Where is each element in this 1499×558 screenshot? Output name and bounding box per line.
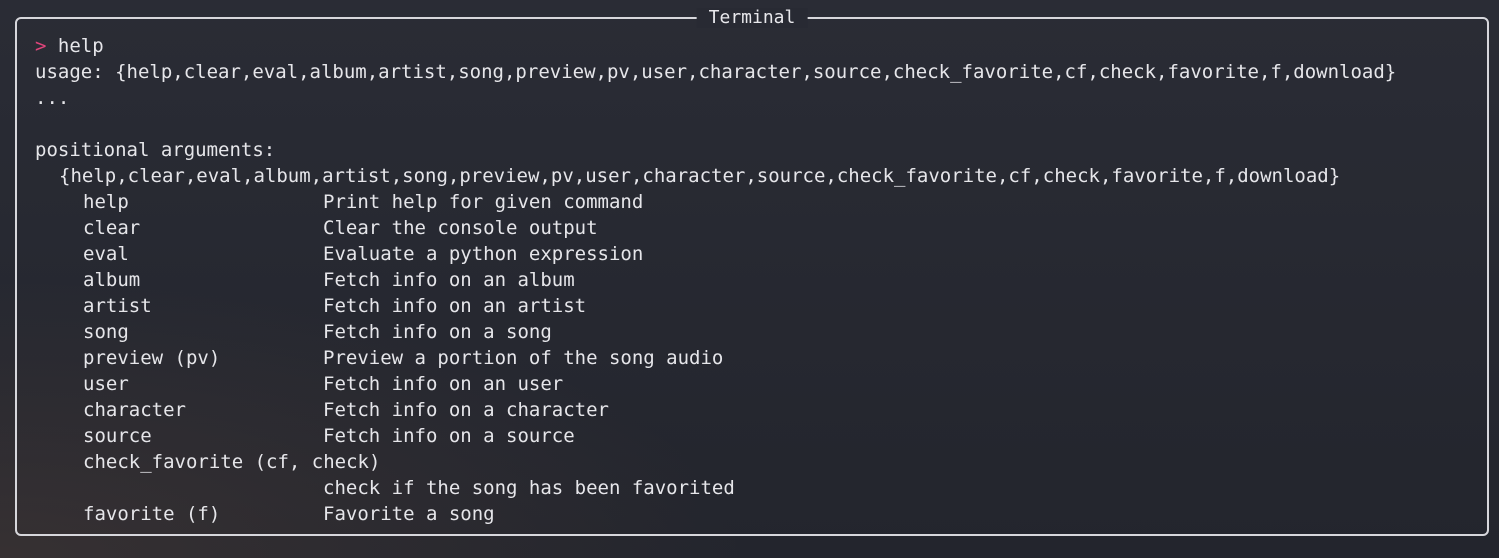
- command-name: preview (pv): [83, 347, 221, 369]
- terminal-window[interactable]: Terminal > help usage: {help,clear,eval,…: [15, 8, 1489, 536]
- command-desc: Fetch info on an album: [323, 269, 575, 291]
- command-name: song: [83, 321, 129, 343]
- command-desc: Fetch info on a character: [323, 399, 609, 421]
- command-desc: Evaluate a python expression: [323, 243, 644, 265]
- ellipsis-line: ...: [35, 87, 70, 109]
- command-name: artist: [83, 295, 152, 317]
- check-favorite-desc: check if the song has been favorited: [323, 477, 735, 499]
- command-row: source Fetch info on a source: [35, 423, 1479, 449]
- terminal-output[interactable]: > help usage: {help,clear,eval,album,art…: [35, 33, 1479, 527]
- command-desc: Preview a portion of the song audio: [323, 347, 724, 369]
- command-name: eval: [83, 243, 129, 265]
- command-name: clear: [83, 217, 141, 239]
- command-row: eval Evaluate a python expression: [35, 241, 1479, 267]
- command-desc: Fetch info on a source: [323, 425, 575, 447]
- prompt-command: help: [46, 35, 104, 57]
- command-name: character: [83, 399, 186, 421]
- prompt-symbol: >: [35, 35, 47, 57]
- command-row: song Fetch info on a song: [35, 319, 1479, 345]
- command-row: favorite (f) Favorite a song: [35, 501, 1479, 527]
- terminal-title: Terminal: [696, 8, 808, 28]
- command-row: user Fetch info on an user: [35, 371, 1479, 397]
- command-row: character Fetch info on a character: [35, 397, 1479, 423]
- command-name: source: [83, 425, 152, 447]
- choices-line: {help,clear,eval,album,artist,song,previ…: [59, 165, 1341, 187]
- command-row: album Fetch info on an album: [35, 267, 1479, 293]
- command-desc: Fetch info on an user: [323, 373, 564, 395]
- check-favorite-name: check_favorite (cf, check): [83, 451, 381, 473]
- usage-line: usage: {help,clear,eval,album,artist,son…: [35, 61, 1397, 83]
- command-desc: Fetch info on a song: [323, 321, 552, 343]
- command-desc: Fetch info on an artist: [323, 295, 587, 317]
- command-name: favorite (f): [83, 503, 221, 525]
- command-name: help: [83, 191, 129, 213]
- command-desc: Print help for given command: [323, 191, 644, 213]
- command-name: album: [83, 269, 141, 291]
- command-desc: Clear the console output: [323, 217, 598, 239]
- command-row: clear Clear the console output: [35, 215, 1479, 241]
- command-row: preview (pv) Preview a portion of the so…: [35, 345, 1479, 371]
- command-desc: Favorite a song: [323, 503, 495, 525]
- positional-header: positional arguments:: [35, 139, 276, 161]
- command-row: artist Fetch info on an artist: [35, 293, 1479, 319]
- command-name: user: [83, 373, 129, 395]
- prompt-line: > help: [35, 33, 1479, 59]
- command-row: help Print help for given command: [35, 189, 1479, 215]
